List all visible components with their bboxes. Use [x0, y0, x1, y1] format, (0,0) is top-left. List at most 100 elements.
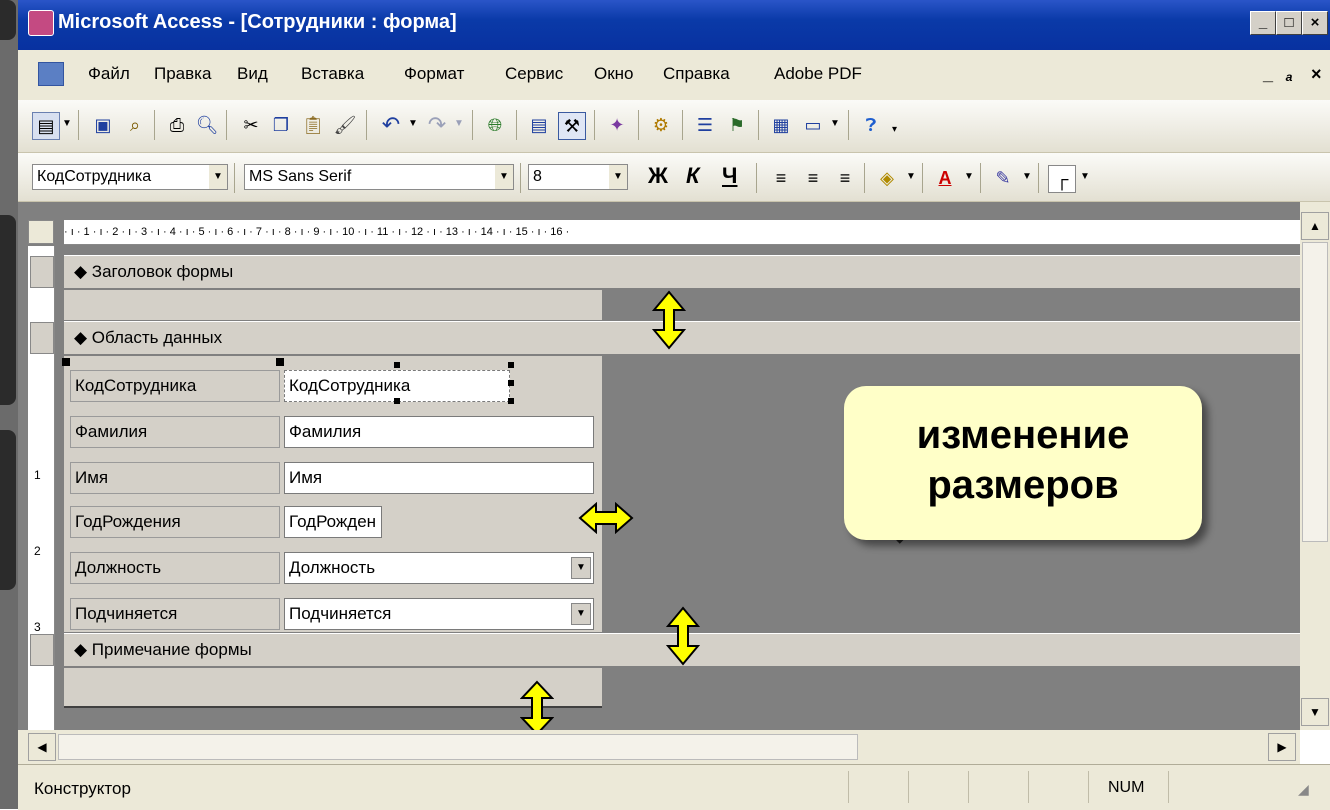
- database-window-icon[interactable]: ▦: [768, 112, 794, 138]
- maximize-button[interactable]: □: [1276, 11, 1302, 35]
- toolbar-options-arrow[interactable]: ▾: [892, 124, 897, 135]
- resize-handle[interactable]: [394, 398, 400, 404]
- menu-insert[interactable]: Вставка: [301, 64, 364, 84]
- form-header-body[interactable]: [64, 290, 602, 320]
- section-selector[interactable]: [30, 256, 54, 288]
- code-icon[interactable]: ⚙: [648, 112, 674, 138]
- scroll-thumb[interactable]: [58, 734, 858, 760]
- combo-arrow-icon[interactable]: ▼: [495, 165, 513, 189]
- underline-button[interactable]: Ч: [722, 163, 737, 189]
- resize-handle[interactable]: [508, 398, 514, 404]
- section-selector[interactable]: [30, 322, 54, 354]
- resize-handle[interactable]: [508, 362, 514, 368]
- edge-decoration: [0, 215, 16, 405]
- combo-box[interactable]: Должность ▼: [284, 552, 594, 584]
- move-handle[interactable]: [276, 358, 284, 366]
- print-preview-icon[interactable]: 🔍︎: [194, 112, 220, 138]
- save-icon[interactable]: ▣: [90, 112, 116, 138]
- field-label[interactable]: Имя: [70, 462, 280, 494]
- vertical-scrollbar[interactable]: ▲ ▼: [1300, 202, 1330, 730]
- toolbox-icon[interactable]: ⚒: [558, 112, 586, 140]
- border-width-icon[interactable]: ┌: [1048, 165, 1076, 193]
- new-object-icon[interactable]: ▭: [800, 112, 826, 138]
- menu-window[interactable]: Окно: [594, 64, 634, 84]
- text-box[interactable]: Имя: [284, 462, 594, 494]
- line-color-dropdown-arrow[interactable]: ▼: [1022, 171, 1032, 182]
- toolbar-separator: [234, 163, 235, 193]
- font-color-dropdown-arrow[interactable]: ▼: [964, 171, 974, 182]
- menu-view[interactable]: Вид: [237, 64, 268, 84]
- move-handle[interactable]: [62, 358, 70, 366]
- combo-arrow-icon[interactable]: ▼: [571, 603, 591, 625]
- scroll-thumb[interactable]: [1302, 242, 1328, 542]
- align-right-icon[interactable]: ≡: [832, 165, 858, 191]
- font-combo[interactable]: MS Sans Serif ▼: [244, 164, 514, 190]
- toolbar-separator: [682, 110, 683, 140]
- field-label[interactable]: Фамилия: [70, 416, 280, 448]
- combo-arrow-icon[interactable]: ▼: [209, 165, 227, 189]
- form-window-icon[interactable]: [38, 62, 64, 86]
- access-app-icon[interactable]: [28, 10, 54, 36]
- scroll-right-arrow-icon[interactable]: ▶: [1268, 733, 1296, 761]
- field-label[interactable]: ГодРождения: [70, 506, 280, 538]
- horizontal-ruler[interactable]: · ı · 1 · ı · 2 · ı · 3 · ı · 4 · ı · 5 …: [64, 220, 1300, 245]
- format-painter-icon[interactable]: 🖌︎: [332, 112, 358, 138]
- file-search-icon[interactable]: ⌕: [122, 112, 148, 138]
- menu-tools[interactable]: Сервис: [505, 64, 563, 84]
- copy-icon[interactable]: ❐: [268, 112, 294, 138]
- fill-color-dropdown-arrow[interactable]: ▼: [906, 171, 916, 182]
- text-box[interactable]: Фамилия: [284, 416, 594, 448]
- resize-grip-icon[interactable]: ◢: [1298, 781, 1309, 798]
- menu-format[interactable]: Формат: [404, 64, 464, 84]
- mdi-close-button[interactable]: ×: [1311, 64, 1322, 85]
- bold-button[interactable]: Ж: [648, 163, 668, 189]
- scroll-left-arrow-icon[interactable]: ◀: [28, 733, 56, 761]
- mdi-minimize-button[interactable]: _: [1263, 64, 1273, 85]
- font-color-icon[interactable]: A: [932, 165, 958, 191]
- font-size-combo[interactable]: 8 ▼: [528, 164, 628, 190]
- scroll-up-arrow-icon[interactable]: ▲: [1301, 212, 1329, 240]
- form-selector[interactable]: [28, 220, 54, 244]
- combo-arrow-icon[interactable]: ▼: [571, 557, 591, 579]
- border-width-dropdown-arrow[interactable]: ▼: [1080, 171, 1090, 182]
- view-dropdown-arrow[interactable]: ▼: [62, 118, 72, 129]
- resize-handle[interactable]: [394, 362, 400, 368]
- horizontal-scrollbar[interactable]: ◀ ▶: [18, 730, 1300, 764]
- new-object-dropdown-arrow[interactable]: ▼: [830, 118, 840, 129]
- minimize-button[interactable]: _: [1250, 11, 1276, 35]
- menu-adobe-pdf[interactable]: Adobe PDF: [774, 64, 862, 84]
- align-center-icon[interactable]: ≡: [800, 165, 826, 191]
- view-icon[interactable]: ▤: [32, 112, 60, 140]
- menu-edit[interactable]: Правка: [154, 64, 211, 84]
- field-label[interactable]: КодСотрудника: [70, 370, 280, 402]
- combo-box[interactable]: Подчиняется ▼: [284, 598, 594, 630]
- hyperlink-icon[interactable]: 🌐︎: [482, 112, 508, 138]
- build-icon[interactable]: ⚑: [724, 112, 750, 138]
- object-combo[interactable]: КодСотрудника ▼: [32, 164, 228, 190]
- line-color-icon[interactable]: ✎: [990, 165, 1016, 191]
- autoformat-icon[interactable]: ✦: [604, 112, 630, 138]
- help-icon[interactable]: ❓︎: [858, 112, 884, 138]
- fill-color-icon[interactable]: ◈: [874, 165, 900, 191]
- section-header-form-header[interactable]: ◆ Заголовок формы: [64, 255, 1300, 289]
- italic-button[interactable]: К: [686, 163, 700, 189]
- field-list-icon[interactable]: ▤: [526, 112, 552, 138]
- field-label[interactable]: Подчиняется: [70, 598, 280, 630]
- cut-icon[interactable]: ✂: [238, 112, 264, 138]
- paste-icon[interactable]: 📋︎: [300, 112, 326, 138]
- scroll-down-arrow-icon[interactable]: ▼: [1301, 698, 1329, 726]
- section-selector[interactable]: [30, 634, 54, 666]
- field-label[interactable]: Должность: [70, 552, 280, 584]
- mdi-restore-button[interactable]: ₐ: [1286, 64, 1293, 85]
- text-box[interactable]: ГодРожден: [284, 506, 382, 538]
- align-left-icon[interactable]: ≡: [768, 165, 794, 191]
- menu-help[interactable]: Справка: [663, 64, 730, 84]
- undo-icon[interactable]: ↶: [378, 112, 404, 138]
- undo-dropdown-arrow[interactable]: ▼: [408, 118, 418, 129]
- close-button[interactable]: ×: [1302, 11, 1328, 35]
- combo-arrow-icon[interactable]: ▼: [609, 165, 627, 189]
- print-icon[interactable]: ⎙: [164, 112, 190, 138]
- properties-icon[interactable]: ☰: [692, 112, 718, 138]
- resize-handle[interactable]: [508, 380, 514, 386]
- menu-file[interactable]: Файл: [88, 64, 130, 84]
